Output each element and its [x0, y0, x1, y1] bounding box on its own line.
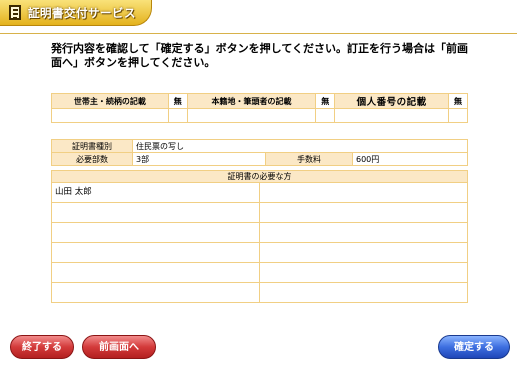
- option-spacer: [448, 108, 468, 123]
- option-value-domicile: 無: [315, 93, 336, 109]
- table-row: [51, 222, 468, 243]
- page-title: 証明書交付サービス: [28, 6, 136, 20]
- document-icon: [9, 5, 21, 20]
- person-cell: [259, 282, 468, 303]
- person-cell: [259, 222, 468, 243]
- option-value-household: 無: [167, 93, 188, 109]
- cert-type-value: 住民票の写し: [132, 139, 468, 153]
- options-table: 世帯主・続柄の記載 無 本籍地・筆頭者の記載 無 個人番号の記載 無: [51, 93, 468, 123]
- quit-button[interactable]: 終了する: [10, 335, 74, 359]
- copies-value: 3部: [132, 152, 266, 166]
- person-cell: [259, 202, 468, 223]
- copies-label: 必要部数: [51, 152, 133, 166]
- option-spacer: [167, 108, 188, 123]
- option-spacer: [315, 108, 336, 123]
- option-label-domicile: 本籍地・筆頭者の記載: [186, 93, 317, 109]
- instruction-text: 発行内容を確認して「確定する」ボタンを押してください。訂正を行う場合は「前画面へ…: [51, 42, 469, 69]
- header-bar: 証明書交付サービス: [0, 0, 517, 34]
- details-table: 証明書種別 住民票の写し 必要部数 3部 手数料 600円: [51, 139, 468, 166]
- person-name: [51, 202, 260, 223]
- table-row: [51, 262, 468, 283]
- option-spacer: [334, 108, 449, 123]
- option-spacer: [186, 108, 317, 123]
- header-tab: 証明書交付サービス: [0, 0, 152, 26]
- person-name: [51, 262, 260, 283]
- table-row: [51, 242, 468, 263]
- person-cell: [259, 262, 468, 283]
- person-name: 山田 太郎: [51, 182, 260, 203]
- person-cell: [259, 182, 468, 203]
- table-row: [51, 282, 468, 303]
- confirm-button[interactable]: 確定する: [438, 335, 510, 359]
- table-row: [51, 202, 468, 223]
- persons-table: 証明書の必要な方 山田 太郎: [51, 170, 468, 303]
- person-name: [51, 222, 260, 243]
- option-spacer: [51, 108, 169, 123]
- cert-type-label: 証明書種別: [51, 139, 133, 153]
- table-row: 山田 太郎: [51, 182, 468, 203]
- person-cell: [259, 242, 468, 263]
- option-value-mynumber: 無: [448, 93, 468, 109]
- option-label-household: 世帯主・続柄の記載: [51, 93, 169, 109]
- option-label-mynumber: 個人番号の記載: [334, 93, 449, 109]
- person-name: [51, 282, 260, 303]
- persons-header: 証明書の必要な方: [51, 170, 468, 183]
- back-button[interactable]: 前画面へ: [82, 335, 156, 359]
- person-name: [51, 242, 260, 263]
- fee-value: 600円: [352, 152, 468, 166]
- fee-label: 手数料: [265, 152, 353, 166]
